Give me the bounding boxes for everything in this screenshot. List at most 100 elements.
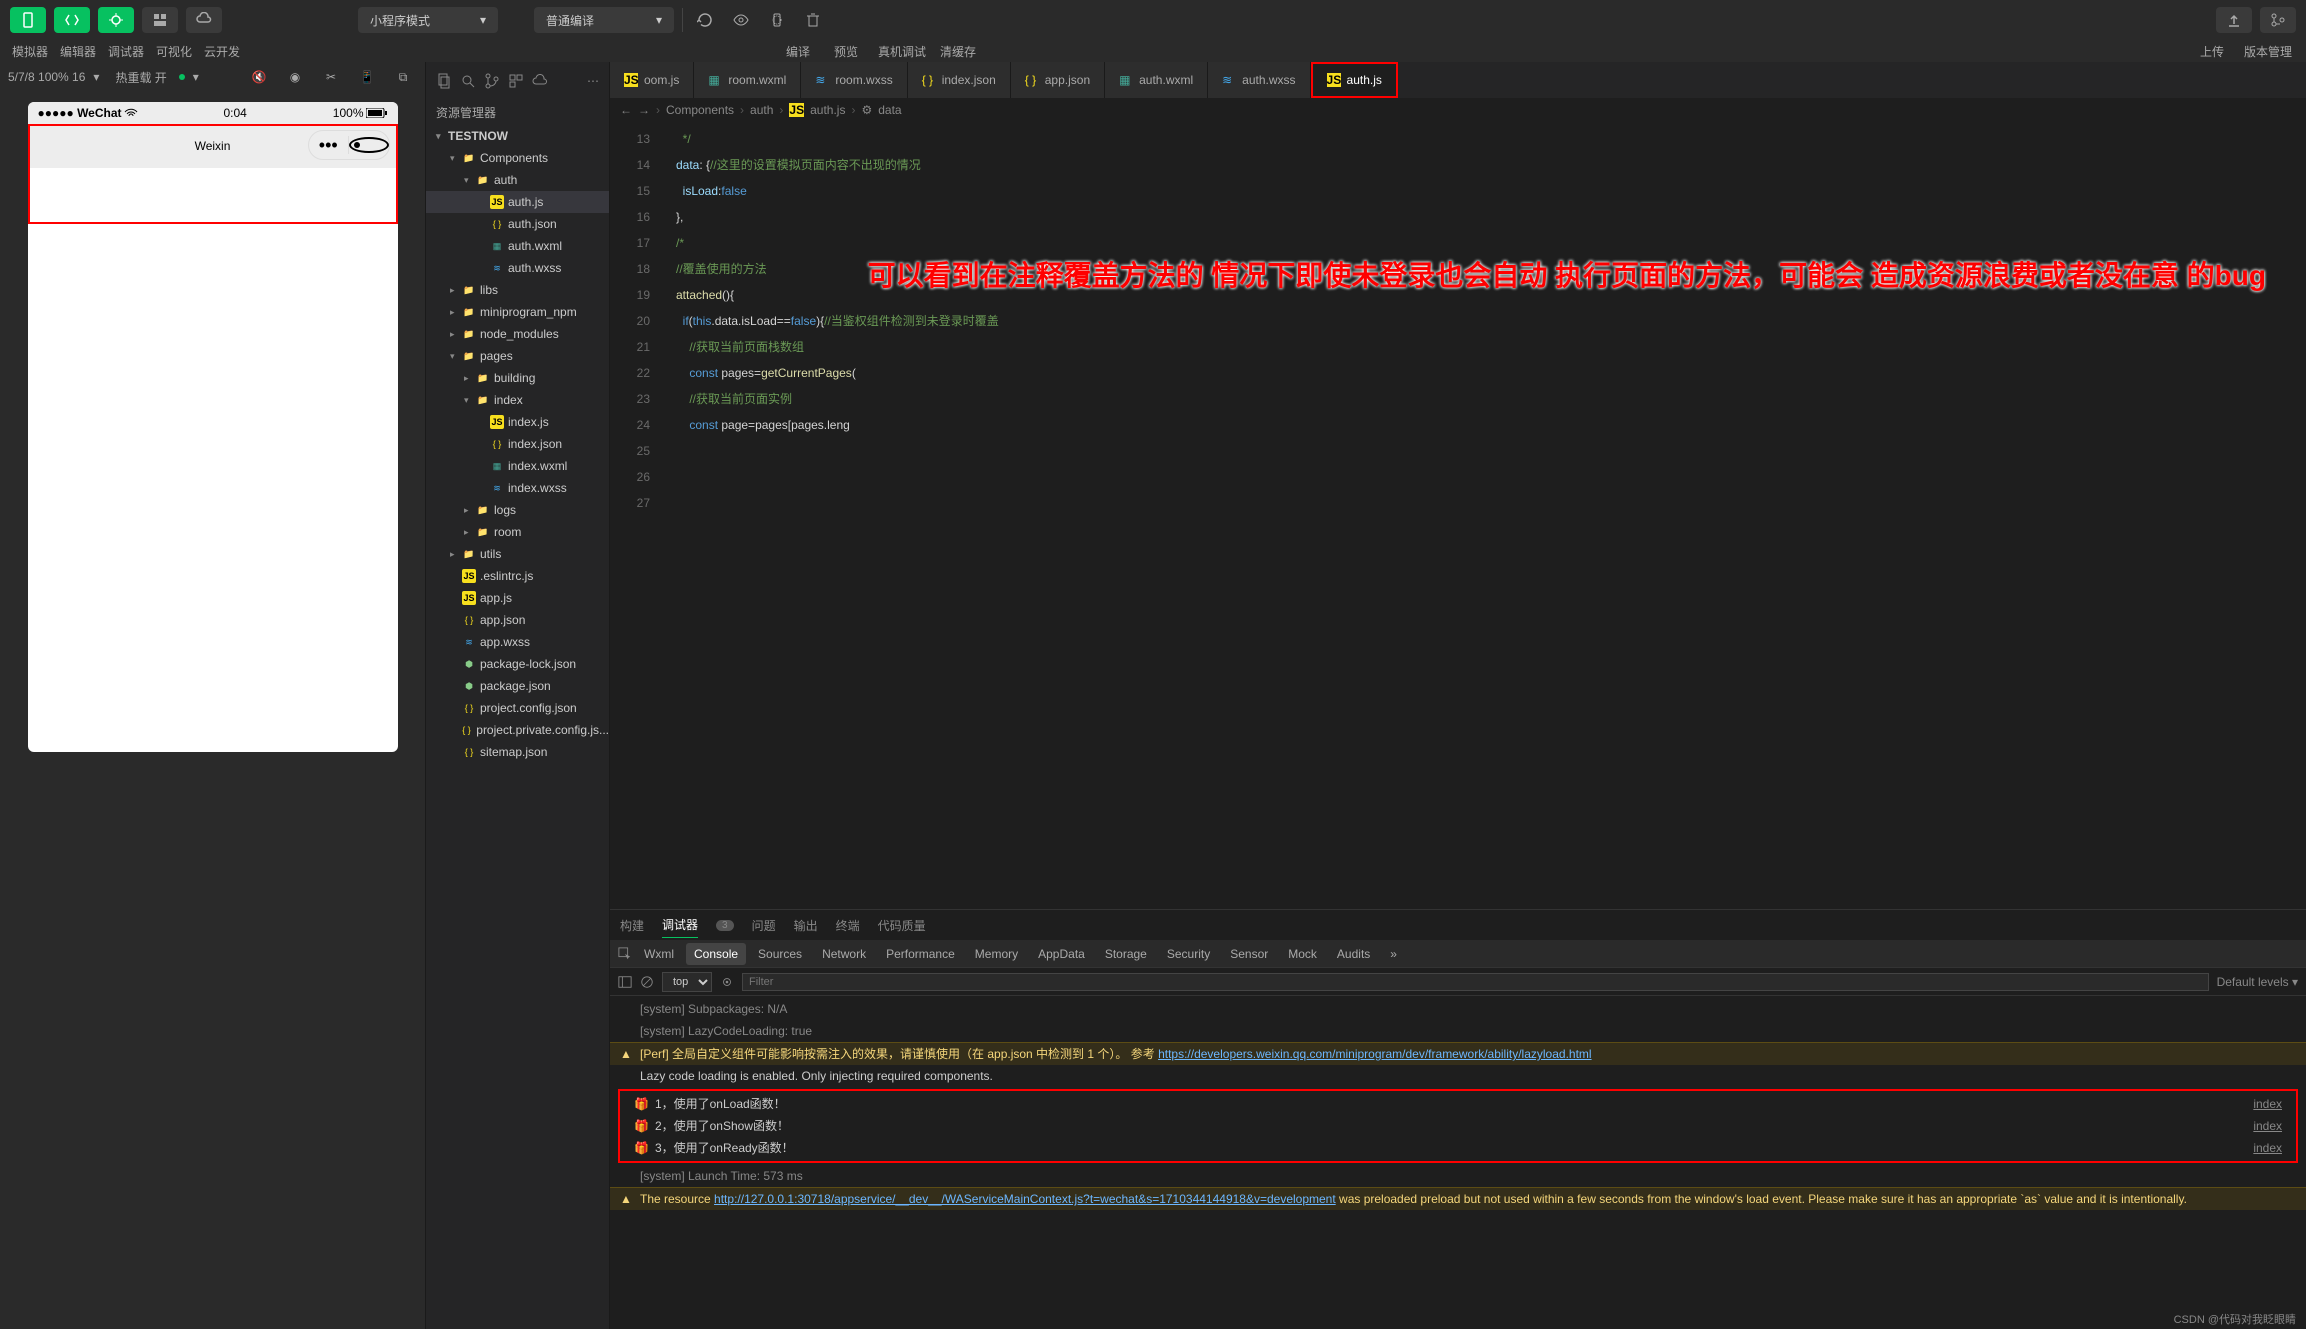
- sim-phone-icon[interactable]: 📱: [353, 64, 381, 90]
- tree-item-logs[interactable]: ▸📁logs: [426, 499, 609, 521]
- tree-item-auth[interactable]: ▾📁auth: [426, 169, 609, 191]
- tree-item-appjson[interactable]: { }app.json: [426, 609, 609, 631]
- tree-item-indexjs[interactable]: JSindex.js: [426, 411, 609, 433]
- filter-input[interactable]: [742, 973, 2209, 991]
- devtool-tab-Console[interactable]: Console: [686, 943, 746, 965]
- inspect-icon[interactable]: [618, 947, 632, 961]
- tree-item-room[interactable]: ▸📁room: [426, 521, 609, 543]
- tab-roomwxml[interactable]: ▦room.wxml: [694, 62, 801, 98]
- tree-item-utils[interactable]: ▸📁utils: [426, 543, 609, 565]
- tree-item-packagelockjson[interactable]: ⬢package-lock.json: [426, 653, 609, 675]
- hot-reload-label[interactable]: 热重载 开: [115, 69, 166, 86]
- context-select[interactable]: top: [662, 972, 712, 992]
- tab-authwxml[interactable]: ▦auth.wxml: [1105, 62, 1208, 98]
- panel-tab-代码质量[interactable]: 代码质量: [878, 913, 926, 938]
- code-editor[interactable]: 131415161718192021222324252627 */data: {…: [610, 122, 2306, 909]
- levels-dropdown[interactable]: Default levels ▾: [2217, 975, 2298, 989]
- nav-back-icon[interactable]: ←: [620, 103, 632, 117]
- clear-console-icon[interactable]: [640, 975, 654, 989]
- tree-item-miniprogram_npm[interactable]: ▸📁miniprogram_npm: [426, 301, 609, 323]
- version-control-button[interactable]: [2260, 7, 2296, 33]
- tree-item-appjs[interactable]: JSapp.js: [426, 587, 609, 609]
- tree-item-projectconfigjson[interactable]: { }project.config.json: [426, 697, 609, 719]
- tree-item-authjson[interactable]: { }auth.json: [426, 213, 609, 235]
- tab-authwxss[interactable]: ≋auth.wxss: [1208, 62, 1310, 98]
- project-root[interactable]: ▾TESTNOW: [426, 125, 609, 147]
- phone-simulator[interactable]: ●●●●● WeChat 0:04 100% Weixin •••: [28, 102, 398, 752]
- devtool-tab-Storage[interactable]: Storage: [1097, 943, 1155, 965]
- sim-popout-icon[interactable]: ⧉: [389, 64, 417, 90]
- capsule-button[interactable]: •••: [308, 130, 390, 160]
- tree-item-indexjson[interactable]: { }index.json: [426, 433, 609, 455]
- tree-item-sitemapjson[interactable]: { }sitemap.json: [426, 741, 609, 763]
- more-icon[interactable]: ⋯: [587, 74, 599, 88]
- tree-item-index[interactable]: ▾📁index: [426, 389, 609, 411]
- debugger-toggle[interactable]: [98, 7, 134, 33]
- devtool-tab-Wxml[interactable]: Wxml: [636, 943, 682, 965]
- preview-button[interactable]: [727, 7, 755, 33]
- panel-tab-终端[interactable]: 终端: [836, 913, 860, 938]
- visualize-toggle[interactable]: [142, 7, 178, 33]
- devtool-tab-Memory[interactable]: Memory: [967, 943, 1026, 965]
- sim-cut-icon[interactable]: ✂: [317, 64, 345, 90]
- tab-roomwxss[interactable]: ≋room.wxss: [801, 62, 907, 98]
- breadcrumb[interactable]: ← → ›Components ›auth ›JSauth.js ›⚙data: [610, 98, 2306, 122]
- toggle-sidebar-icon[interactable]: [618, 975, 632, 989]
- search-icon[interactable]: [460, 73, 476, 89]
- tree-item-indexwxml[interactable]: ▦index.wxml: [426, 455, 609, 477]
- clear-cache-button[interactable]: [799, 7, 827, 33]
- top-toolbar: 小程序模式▾ 普通编译▾: [0, 0, 2306, 40]
- tree-item-packagejson[interactable]: ⬢package.json: [426, 675, 609, 697]
- console-toolbar: top Default levels ▾: [610, 968, 2306, 996]
- tree-item-indexwxss[interactable]: ≋index.wxss: [426, 477, 609, 499]
- device-label[interactable]: 5/7/8 100% 16: [8, 70, 85, 84]
- simulator-toggle[interactable]: [10, 7, 46, 33]
- devtool-tab-Sensor[interactable]: Sensor: [1222, 943, 1276, 965]
- tree-item-authjs[interactable]: JSauth.js: [426, 191, 609, 213]
- devtool-tab-Mock[interactable]: Mock: [1280, 943, 1325, 965]
- devtool-tab-Performance[interactable]: Performance: [878, 943, 963, 965]
- devtool-tab-AppData[interactable]: AppData: [1030, 943, 1093, 965]
- branch-icon[interactable]: [484, 73, 500, 89]
- sim-mute-icon[interactable]: 🔇: [245, 64, 273, 90]
- compile-dropdown[interactable]: 普通编译▾: [534, 7, 674, 33]
- cloud-icon[interactable]: [532, 73, 548, 89]
- mode-dropdown[interactable]: 小程序模式▾: [358, 7, 498, 33]
- tree-item-Components[interactable]: ▾📁Components: [426, 147, 609, 169]
- devtool-tab-Network[interactable]: Network: [814, 943, 874, 965]
- tree-item-pages[interactable]: ▾📁pages: [426, 345, 609, 367]
- tab-authjs[interactable]: JSauth.js: [1311, 62, 1398, 98]
- tree-item-libs[interactable]: ▸📁libs: [426, 279, 609, 301]
- tree-item-node_modules[interactable]: ▸📁node_modules: [426, 323, 609, 345]
- sim-record-icon[interactable]: ◉: [281, 64, 309, 90]
- tree-item-eslintrcjs[interactable]: JS.eslintrc.js: [426, 565, 609, 587]
- console-output[interactable]: [system] Subpackages: N/A[system] LazyCo…: [610, 996, 2306, 1329]
- tree-item-projectprivateconfigjs[interactable]: { }project.private.config.js...: [426, 719, 609, 741]
- compile-button[interactable]: [691, 7, 719, 33]
- tree-item-building[interactable]: ▸📁building: [426, 367, 609, 389]
- editor-toggle[interactable]: [54, 7, 90, 33]
- devtool-tab-Sources[interactable]: Sources: [750, 943, 810, 965]
- page-title: Weixin: [195, 139, 231, 153]
- panel-tab-输出[interactable]: 输出: [794, 913, 818, 938]
- upload-button[interactable]: [2216, 7, 2252, 33]
- tab-indexjson[interactable]: { }index.json: [908, 62, 1011, 98]
- ext-icon[interactable]: [508, 73, 524, 89]
- devtool-tab-Audits[interactable]: Audits: [1329, 943, 1378, 965]
- panel-tab-问题[interactable]: 问题: [752, 913, 776, 938]
- cloud-dev-toggle[interactable]: [186, 7, 222, 33]
- devtools-more-icon[interactable]: »: [1382, 943, 1405, 965]
- panel-tab-调试器[interactable]: 调试器: [662, 912, 698, 938]
- tab-oomjs[interactable]: JSoom.js: [610, 62, 694, 98]
- nav-fwd-icon[interactable]: →: [638, 103, 650, 117]
- files-icon[interactable]: [436, 73, 452, 89]
- panel-tab-构建[interactable]: 构建: [620, 913, 644, 938]
- live-expr-icon[interactable]: [720, 975, 734, 989]
- tree-item-authwxss[interactable]: ≋auth.wxss: [426, 257, 609, 279]
- tree-item-appwxss[interactable]: ≋app.wxss: [426, 631, 609, 653]
- tree-item-authwxml[interactable]: ▦auth.wxml: [426, 235, 609, 257]
- devtool-tab-Security[interactable]: Security: [1159, 943, 1218, 965]
- watermark: CSDN @代码对我眨眼睛: [2174, 1311, 2296, 1327]
- tab-appjson[interactable]: { }app.json: [1011, 62, 1105, 98]
- remote-debug-button[interactable]: [763, 7, 791, 33]
